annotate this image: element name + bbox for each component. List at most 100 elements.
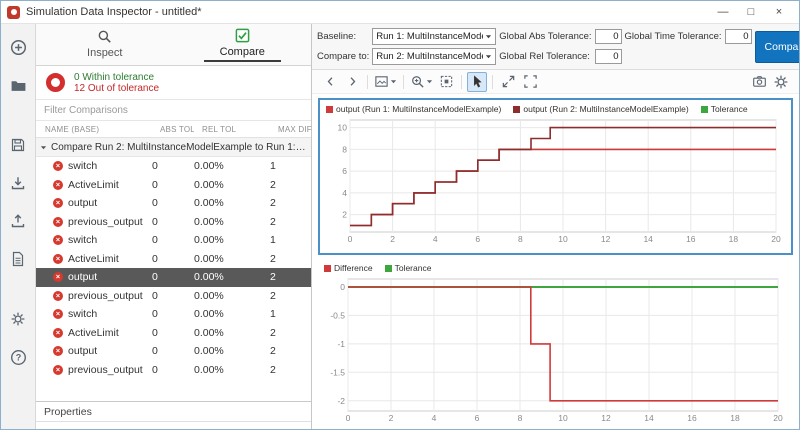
camera-icon <box>752 74 767 89</box>
subplot-layout-button[interactable] <box>373 72 398 92</box>
legend-item: Tolerance <box>384 263 431 273</box>
legend-swatch <box>324 264 331 272</box>
minimize-button[interactable]: — <box>709 6 737 18</box>
svg-text:10: 10 <box>338 123 348 133</box>
difference-chart-container[interactable]: Difference Tolerance 0 2 4 6 8 10 12 14 16 18 20 0 -0… <box>318 259 793 429</box>
tab-bar: Inspect Compare <box>36 24 311 66</box>
header-rel-tol[interactable]: REL TOL <box>194 125 270 134</box>
filter-comparisons-input[interactable] <box>44 104 303 116</box>
snapshot-button[interactable] <box>749 72 769 92</box>
global-time-tolerance-input[interactable] <box>724 29 752 44</box>
tab-compare[interactable]: Compare <box>174 24 312 65</box>
save-button[interactable] <box>5 132 31 158</box>
svg-text:12: 12 <box>601 234 611 244</box>
signal-name: switch <box>68 160 98 173</box>
pointer-button[interactable] <box>467 71 487 92</box>
comparison-row[interactable]: × switch 0 0.00% 1 <box>36 305 311 324</box>
import-button[interactable] <box>5 170 31 196</box>
fit-to-view-button[interactable] <box>436 72 456 92</box>
toolbar-separator <box>461 74 462 89</box>
maximize-plot-button[interactable] <box>520 72 540 92</box>
compare-to-select[interactable]: Run 2: MultiInstanceModelExample <box>372 48 497 65</box>
create-report-button[interactable] <box>5 246 31 272</box>
global-abs-tolerance-input[interactable] <box>594 29 622 44</box>
abs-tol-value: 0 <box>152 345 158 358</box>
comparison-row[interactable]: × output 0 0.00% 2 <box>36 268 311 287</box>
right-panel: Baseline: Run 1: MultiInstanceModelExamp… <box>312 24 799 429</box>
out-of-tolerance-icon: × <box>53 364 63 375</box>
comparison-row[interactable]: × ActiveLimit 0 0.00% 2 <box>36 175 311 194</box>
comparison-plot[interactable]: 0 2 4 6 8 10 12 14 16 18 20 2 4 6 8 10 <box>324 116 784 246</box>
within-tolerance-count: 0 Within tolerance <box>74 71 155 83</box>
svg-text:10: 10 <box>558 413 568 423</box>
tab-inspect-label: Inspect <box>87 46 123 59</box>
comparison-row[interactable]: × switch 0 0.00% 1 <box>36 157 311 176</box>
abs-tol-value: 0 <box>152 363 158 376</box>
svg-text:8: 8 <box>518 234 523 244</box>
maximize-button[interactable]: □ <box>737 6 765 18</box>
baseline-select[interactable]: Run 1: MultiInstanceModelExample <box>372 28 497 45</box>
global-rel-tolerance-input[interactable] <box>594 49 622 64</box>
signal-name: output <box>68 345 98 358</box>
out-of-tolerance-icon: × <box>53 253 63 264</box>
comparison-row[interactable]: × switch 0 0.00% 1 <box>36 231 311 250</box>
rel-tol-value: 0.00% <box>194 178 224 191</box>
rel-tol-value: 0.00% <box>194 197 224 210</box>
svg-text:20: 20 <box>773 413 783 423</box>
comparison-row[interactable]: × output 0 0.00% 2 <box>36 342 311 361</box>
tab-inspect[interactable]: Inspect <box>36 24 174 65</box>
prev-signal-button[interactable] <box>320 72 340 92</box>
comparison-group-row[interactable]: Compare Run 2: MultiInstanceModelExample… <box>36 138 311 157</box>
svg-text:8: 8 <box>518 413 523 423</box>
compare-button[interactable]: Compare <box>754 30 799 63</box>
svg-text:6: 6 <box>475 413 480 423</box>
title-bar: Simulation Data Inspector - untitled* — … <box>1 1 799 24</box>
plot-settings-button[interactable] <box>771 72 791 92</box>
gear-icon <box>773 74 789 90</box>
out-of-tolerance-icon: × <box>53 346 63 357</box>
abs-tol-value: 0 <box>152 252 158 265</box>
app-icon <box>7 5 20 19</box>
comparison-row[interactable]: × ActiveLimit 0 0.00% 2 <box>36 249 311 268</box>
comparison-row[interactable]: × previous_output 0 0.00% 2 <box>36 212 311 231</box>
difference-plot[interactable]: 0 2 4 6 8 10 12 14 16 18 20 0 -0.5 -1 -1.5 -2 <box>322 275 786 425</box>
abs-tol-value: 0 <box>152 326 158 339</box>
close-button[interactable]: × <box>765 6 793 18</box>
svg-text:20: 20 <box>771 234 781 244</box>
comparison-row[interactable]: × previous_output 0 0.00% 2 <box>36 286 311 305</box>
chevron-left-icon <box>324 75 337 88</box>
comparison-rows: × switch 0 0.00% 1 × ActiveLimit 0 0.00% 2 × output… <box>36 157 311 379</box>
help-button[interactable]: ? <box>5 344 31 370</box>
header-name[interactable]: NAME (BASE) <box>36 125 152 134</box>
comparison-row[interactable]: × previous_output 0 0.00% 2 <box>36 360 311 379</box>
svg-text:4: 4 <box>342 188 347 198</box>
check-square-icon <box>235 28 250 43</box>
comparison-chart-container[interactable]: output (Run 1: MultiInstanceModelExample… <box>318 98 793 255</box>
header-abs-tol[interactable]: ABS TOL <box>152 125 194 134</box>
open-button[interactable] <box>5 72 31 98</box>
rel-tol-value: 0.00% <box>194 345 224 358</box>
out-of-tolerance-icon: × <box>53 327 63 338</box>
export-button[interactable] <box>5 208 31 234</box>
legend-item: Tolerance <box>700 104 748 114</box>
out-of-tolerance-icon: × <box>53 309 63 320</box>
legend-swatch <box>700 105 708 113</box>
rel-tol-value: 0.00% <box>194 234 224 247</box>
global-rel-tolerance-label: Global Rel Tolerance: <box>499 51 590 62</box>
collapse-caret-icon <box>40 144 47 151</box>
expand-plot-button[interactable] <box>498 72 518 92</box>
magnifier-icon <box>97 29 112 44</box>
compare-controls: Baseline: Run 1: MultiInstanceModelExamp… <box>312 24 799 70</box>
rel-tol-value: 0.00% <box>194 215 224 228</box>
zoom-in-button[interactable] <box>409 72 434 92</box>
add-button[interactable] <box>5 34 31 60</box>
properties-section-header[interactable]: Properties <box>36 401 311 422</box>
svg-text:-1: -1 <box>337 339 345 349</box>
comparison-row[interactable]: × ActiveLimit 0 0.00% 2 <box>36 323 311 342</box>
folder-icon <box>10 77 27 94</box>
svg-text:14: 14 <box>643 234 653 244</box>
next-signal-button[interactable] <box>342 72 362 92</box>
import-icon <box>10 175 26 191</box>
preferences-button[interactable] <box>5 306 31 332</box>
comparison-row[interactable]: × output 0 0.00% 2 <box>36 194 311 213</box>
